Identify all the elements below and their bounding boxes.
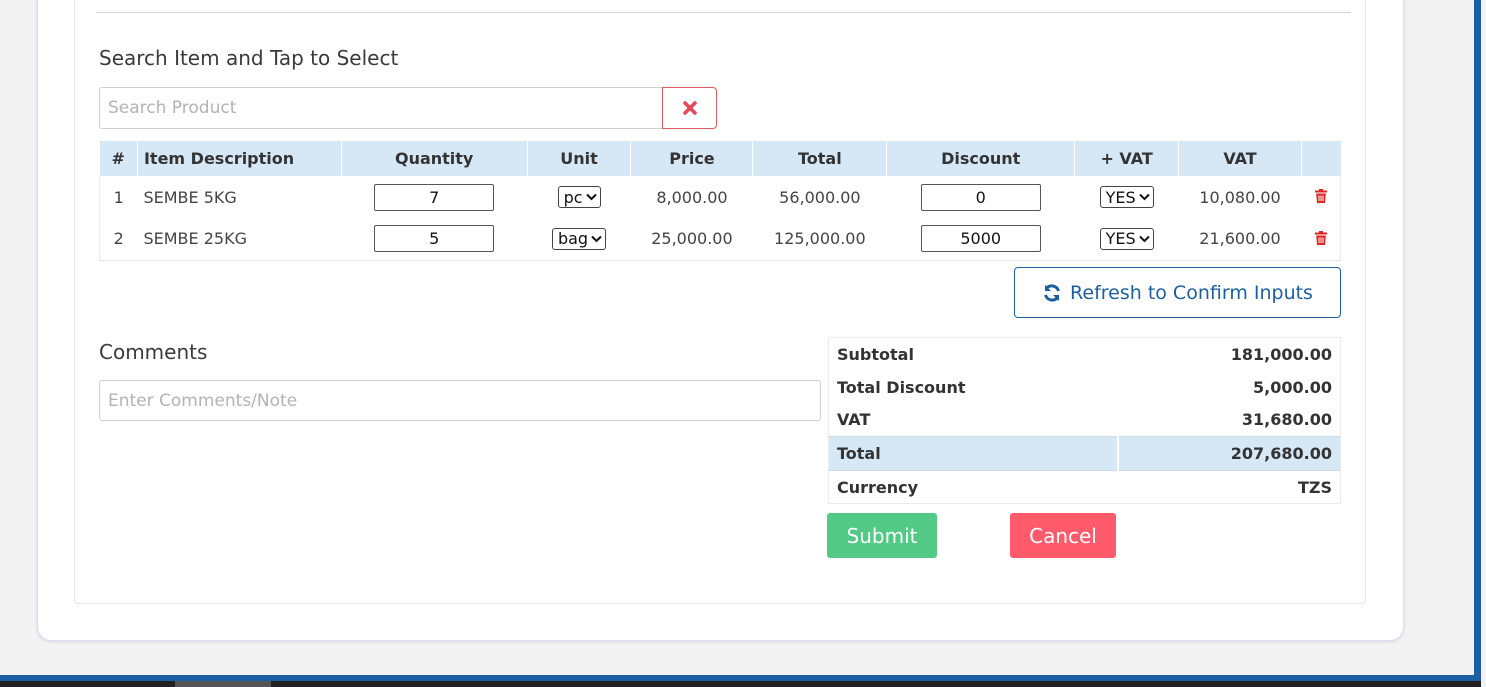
unit-select[interactable]: pc: [557, 186, 601, 208]
chevron-down-icon: [1138, 235, 1150, 243]
search-section-label: Search Item and Tap to Select: [99, 46, 399, 70]
item-price: 25,000.00: [630, 218, 753, 261]
summary-row-total: Total 207,680.00: [828, 436, 1341, 471]
summary-row-currency: Currency TZS: [829, 471, 1341, 504]
search-input[interactable]: [99, 87, 663, 129]
summary-row-vat: VAT 31,680.00: [829, 404, 1341, 437]
divider: [96, 12, 1351, 13]
quantity-input[interactable]: [374, 183, 495, 211]
discount-input[interactable]: [920, 183, 1041, 211]
unit-select-value: pc: [563, 187, 583, 207]
subtotal-value: 181,000.00: [1230, 344, 1332, 364]
vat-select-value: YES: [1105, 187, 1136, 207]
trash-icon: [1314, 230, 1327, 245]
column-header-price: Price: [630, 141, 753, 176]
trash-icon: [1314, 189, 1327, 203]
window-border-right: [1474, 0, 1481, 687]
summary-row-subtotal: Subtotal 181,000.00: [829, 338, 1341, 371]
row-index: 1: [99, 176, 138, 218]
total-label: Total: [828, 436, 1119, 471]
item-vat: 10,080.00: [1199, 187, 1281, 207]
chevron-down-icon: [1138, 193, 1150, 201]
table-row: 1 SEMBE 5KG pc 8,000.00 56,000.00 YES 10…: [99, 176, 1342, 218]
total-discount-label: Total Discount: [837, 377, 966, 397]
discount-input[interactable]: [920, 225, 1041, 253]
table-header-row: # Item Description Quantity Unit Price T…: [99, 141, 1341, 176]
currency-value: TZS: [1297, 477, 1332, 497]
column-header-quantity: Quantity: [340, 141, 528, 176]
item-vat: 21,600.00: [1178, 218, 1302, 261]
unit-select[interactable]: bag: [551, 227, 607, 250]
column-header-total: Total: [752, 141, 887, 176]
vat-value: 31,680.00: [1241, 410, 1332, 430]
column-header-vat-option: + VAT: [1074, 141, 1179, 176]
column-header-unit: Unit: [526, 141, 631, 176]
column-header-index: #: [99, 141, 138, 176]
refresh-button-label: Refresh to Confirm Inputs: [1070, 281, 1313, 304]
refresh-icon: [1044, 284, 1060, 301]
column-header-vat: VAT: [1178, 141, 1302, 176]
delete-row-button[interactable]: [1314, 188, 1327, 207]
table-row: 2 SEMBE 25KG bag 25,000.00 125,000.00 YE…: [99, 218, 1342, 261]
submit-button[interactable]: Submit: [827, 513, 937, 558]
total-discount-value: 5,000.00: [1253, 377, 1332, 397]
item-description: SEMBE 5KG: [143, 187, 237, 207]
item-price: 8,000.00: [656, 187, 728, 207]
column-header-actions: [1300, 141, 1341, 176]
total-value: 207,680.00: [1117, 436, 1341, 471]
cancel-button[interactable]: Cancel: [1010, 513, 1116, 558]
row-index: 2: [99, 218, 138, 261]
subtotal-label: Subtotal: [837, 344, 914, 364]
comments-input[interactable]: [99, 380, 821, 421]
vat-select-value: YES: [1105, 229, 1136, 249]
refresh-button[interactable]: Refresh to Confirm Inputs: [1014, 267, 1341, 318]
summary-row-discount: Total Discount 5,000.00: [829, 371, 1341, 404]
column-header-description: Item Description: [136, 141, 342, 176]
currency-label: Currency: [837, 477, 919, 497]
chevron-down-icon: [585, 193, 597, 201]
vat-select[interactable]: YES: [1099, 227, 1154, 250]
comments-section-label: Comments: [99, 340, 208, 364]
taskbar-tab[interactable]: [175, 681, 271, 687]
item-description: SEMBE 25KG: [137, 218, 342, 261]
quantity-input[interactable]: [374, 225, 495, 253]
times-icon: [682, 101, 697, 115]
items-table: # Item Description Quantity Unit Price T…: [99, 141, 1342, 261]
chevron-down-icon: [591, 235, 602, 243]
search-group: [99, 87, 717, 129]
clear-search-button[interactable]: [662, 87, 717, 129]
item-total: 125,000.00: [752, 218, 887, 261]
summary-table: Subtotal 181,000.00 Total Discount 5,000…: [828, 337, 1341, 504]
delete-row-button[interactable]: [1314, 230, 1327, 249]
column-header-discount: Discount: [886, 141, 1075, 176]
unit-select-value: bag: [557, 229, 589, 249]
item-total: 56,000.00: [779, 187, 861, 207]
vat-label: VAT: [837, 410, 871, 430]
vat-select[interactable]: YES: [1099, 186, 1154, 208]
